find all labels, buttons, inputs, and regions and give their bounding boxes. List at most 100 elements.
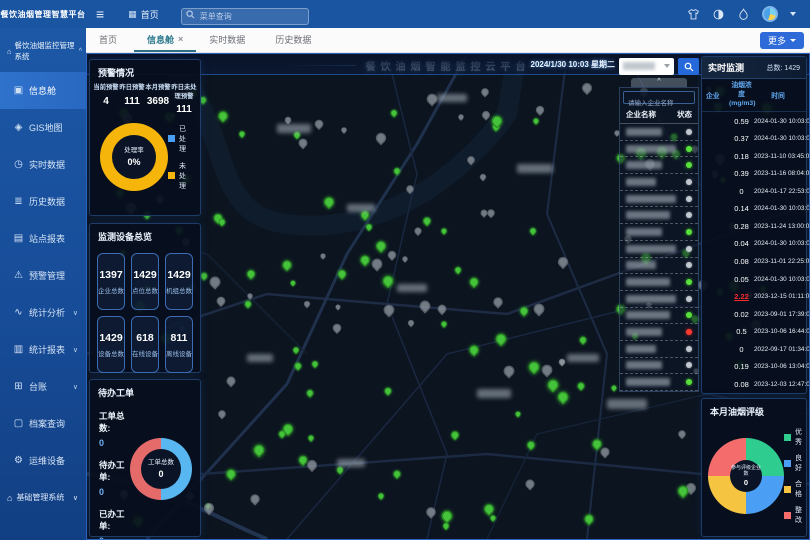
map-pin[interactable] — [216, 409, 227, 420]
map-pin[interactable] — [529, 226, 538, 235]
map-pin[interactable] — [540, 363, 555, 378]
map-pin[interactable] — [303, 300, 312, 309]
tab[interactable]: 信息舱 × — [134, 28, 196, 52]
menu-search-input[interactable] — [181, 8, 309, 25]
map-pin[interactable] — [336, 268, 348, 280]
map-pin[interactable] — [582, 512, 595, 525]
map-pin[interactable] — [405, 184, 416, 195]
map-pin[interactable] — [224, 467, 237, 480]
company-row[interactable] — [620, 124, 698, 141]
map-pin[interactable] — [468, 343, 481, 356]
sidebar-item[interactable]: ⊞ 台账 ∨ — [0, 368, 86, 405]
map-pin[interactable] — [306, 388, 316, 398]
company-row[interactable] — [620, 308, 698, 325]
map-pin[interactable] — [439, 508, 454, 523]
map-pin[interactable] — [479, 172, 488, 181]
tab-close-icon[interactable]: × — [178, 34, 183, 44]
sidebar-item[interactable]: ▢ 档案查询 — [0, 405, 86, 442]
map-pin[interactable] — [576, 381, 586, 391]
map-pin[interactable] — [313, 118, 325, 130]
sidebar-item[interactable]: ⚠ 预警管理 — [0, 257, 86, 294]
map-pin[interactable] — [556, 389, 571, 404]
map-pin[interactable] — [369, 256, 384, 271]
map-pin[interactable] — [248, 492, 261, 505]
map-pin[interactable] — [216, 110, 230, 124]
sidebar-item[interactable]: ▣ 信息舱 — [0, 72, 86, 109]
theme-shirt-icon[interactable] — [687, 8, 700, 21]
sidebar-item[interactable]: ≣ 历史数据 — [0, 183, 86, 220]
map-pin[interactable] — [453, 266, 462, 275]
appearance-icon[interactable] — [712, 8, 725, 21]
map-pin[interactable] — [252, 442, 267, 457]
map-pin[interactable] — [207, 274, 223, 290]
map-pin[interactable] — [246, 292, 254, 300]
map-pin[interactable] — [245, 269, 257, 281]
flame-icon[interactable] — [737, 8, 750, 21]
map-pin[interactable] — [401, 255, 409, 263]
map-pin[interactable] — [322, 195, 336, 209]
map-pin[interactable] — [393, 167, 402, 176]
company-row[interactable] — [620, 141, 698, 158]
map-pin[interactable] — [677, 428, 688, 439]
map-pin[interactable] — [281, 259, 294, 272]
map-pin[interactable] — [527, 359, 542, 374]
sidebar-item-base-system[interactable]: ⌂ 基础管理系统 ∨ — [0, 479, 86, 516]
map-pin[interactable] — [225, 375, 238, 388]
company-row[interactable] — [620, 324, 698, 341]
hamburger-icon[interactable]: ≡ — [86, 6, 114, 22]
company-row[interactable] — [620, 274, 698, 291]
map-pin[interactable] — [545, 378, 560, 393]
map-pin[interactable] — [514, 410, 522, 418]
user-menu-caret-icon[interactable] — [790, 12, 796, 16]
map-pin[interactable] — [243, 300, 253, 310]
map-pin[interactable] — [319, 252, 327, 260]
map-pin[interactable] — [311, 359, 320, 368]
company-search-button[interactable] — [678, 58, 699, 75]
company-row[interactable] — [620, 358, 698, 375]
map-pin[interactable] — [340, 126, 348, 134]
sidebar-item[interactable]: ▤ 站点报表 — [0, 220, 86, 257]
map-pin[interactable] — [238, 130, 246, 138]
map-pin[interactable] — [599, 445, 612, 458]
map-pin[interactable] — [365, 222, 374, 231]
tab[interactable]: 历史数据 — [262, 28, 328, 52]
user-avatar[interactable] — [762, 6, 778, 22]
map-pin[interactable] — [424, 505, 438, 519]
list-collapse-handle[interactable]: ^ — [631, 78, 687, 87]
company-row[interactable] — [620, 207, 698, 224]
map-pin[interactable] — [292, 345, 301, 354]
map-pin[interactable] — [578, 335, 588, 345]
sidebar-group-header[interactable]: ⌂ 餐饮油烟监控管理系统 ^ — [0, 28, 86, 72]
company-row[interactable] — [620, 157, 698, 174]
map-pin[interactable] — [335, 304, 342, 311]
map-pin[interactable] — [289, 279, 296, 286]
map-pin[interactable] — [467, 276, 480, 289]
map-pin[interactable] — [518, 305, 530, 317]
map-pin[interactable] — [558, 357, 567, 366]
company-row[interactable] — [620, 224, 698, 241]
sidebar-item[interactable]: ⚙ 运维设备 — [0, 442, 86, 479]
map-pin[interactable] — [485, 208, 496, 219]
company-row[interactable] — [620, 374, 698, 391]
map-pin[interactable] — [457, 113, 465, 121]
map-pin[interactable] — [422, 216, 433, 227]
map-pin[interactable] — [501, 363, 516, 378]
company-row[interactable] — [620, 241, 698, 258]
map-pin[interactable] — [479, 86, 490, 97]
map-pin[interactable] — [374, 239, 388, 253]
tab[interactable]: 首页 — [86, 28, 134, 52]
map-pin[interactable] — [440, 227, 448, 235]
map-pin[interactable] — [523, 478, 536, 491]
map-pin[interactable] — [382, 302, 397, 317]
map-pin[interactable] — [493, 331, 508, 346]
map-pin[interactable] — [610, 384, 618, 392]
map-pin[interactable] — [202, 501, 217, 516]
map-pin[interactable] — [531, 302, 546, 317]
sidebar-item[interactable]: ◈ GIS地图 — [0, 109, 86, 146]
sidebar-item[interactable]: ◷ 实时数据 — [0, 146, 86, 183]
map-pin[interactable] — [330, 322, 342, 334]
map-pin[interactable] — [293, 361, 303, 371]
map-pin[interactable] — [383, 386, 393, 396]
map-pin[interactable] — [579, 81, 593, 95]
map-pin[interactable] — [392, 468, 402, 478]
